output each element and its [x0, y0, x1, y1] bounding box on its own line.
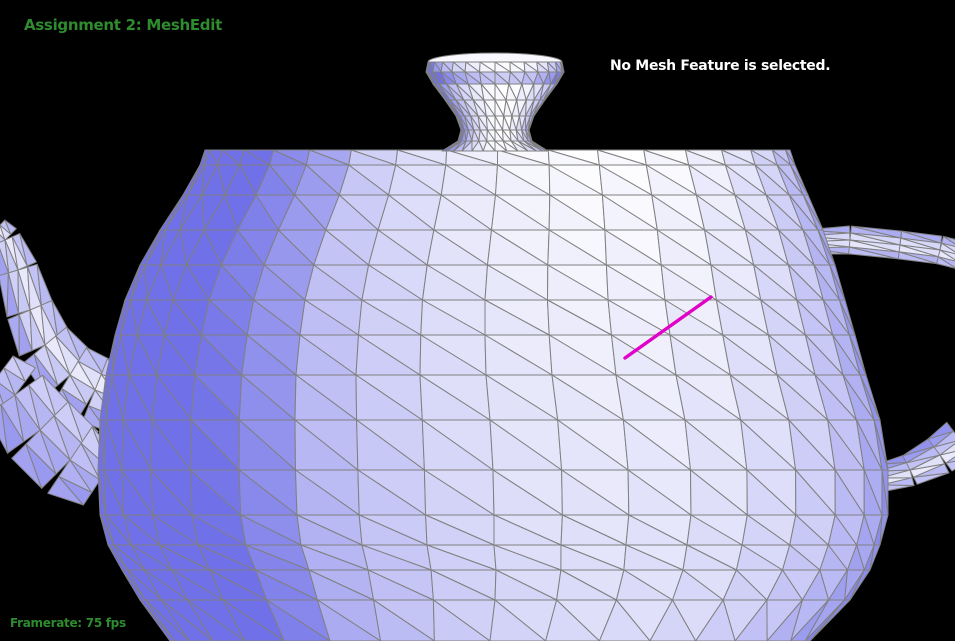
mesh-viewport[interactable]: [0, 0, 955, 641]
selection-status-text: No Mesh Feature is selected.: [610, 58, 831, 74]
framerate-label: Framerate:: [10, 616, 82, 630]
app-title: Assignment 2: MeshEdit: [24, 16, 222, 34]
framerate-value: 75 fps: [85, 616, 126, 630]
framerate-display: Framerate: 75 fps: [10, 616, 126, 630]
teapot-body[interactable]: [97, 149, 889, 641]
